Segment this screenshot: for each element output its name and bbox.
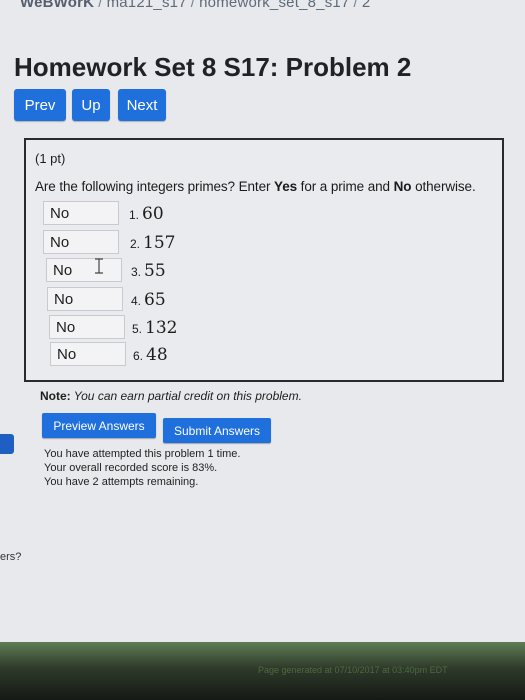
score-status: Your overall recorded score is 83%. bbox=[44, 462, 218, 474]
question-text: Are the following integers primes? Enter bbox=[35, 179, 275, 194]
question-yes: Yes bbox=[274, 179, 298, 194]
prev-button[interactable]: Prev bbox=[14, 89, 66, 121]
answer-input-6[interactable] bbox=[50, 342, 126, 366]
item-number: 4. bbox=[131, 294, 142, 308]
question-text: for a prime and bbox=[297, 179, 394, 194]
problem-question: Are the following integers primes? Enter… bbox=[35, 179, 476, 194]
problem-item-1: 1. 60 bbox=[129, 204, 164, 224]
problem-item-6: 6. 48 bbox=[133, 345, 168, 365]
breadcrumb-separator: / bbox=[98, 0, 103, 11]
item-number: 1. bbox=[129, 208, 140, 222]
item-number: 5. bbox=[132, 322, 143, 336]
item-number: 3. bbox=[131, 265, 142, 279]
next-button[interactable]: Next bbox=[118, 89, 166, 121]
partial-credit-note: Note: You can earn partial credit on thi… bbox=[40, 389, 302, 403]
breadcrumb-course-link[interactable]: ma121_s17 bbox=[107, 0, 187, 11]
item-value: 65 bbox=[144, 290, 166, 310]
item-value: 55 bbox=[144, 261, 166, 281]
answer-input-4[interactable] bbox=[47, 287, 123, 311]
submit-answers-button[interactable]: Submit Answers bbox=[163, 418, 271, 443]
problem-points: (1 pt) bbox=[35, 151, 66, 166]
attempts-status: You have attempted this problem 1 time. bbox=[44, 448, 241, 460]
answer-input-2[interactable] bbox=[43, 230, 119, 254]
breadcrumb: WeBWorK / ma121_s17/homework_set_8_s17/2 bbox=[20, 0, 520, 11]
answer-input-1[interactable] bbox=[43, 201, 119, 225]
answer-input-3[interactable] bbox=[46, 258, 122, 282]
breadcrumb-separator: / bbox=[353, 0, 358, 11]
page-title: Homework Set 8 S17: Problem 2 bbox=[14, 52, 412, 82]
breadcrumb-home-link[interactable]: WeBWorK bbox=[20, 0, 94, 11]
up-button[interactable]: Up bbox=[72, 89, 110, 121]
item-number: 2. bbox=[130, 237, 141, 251]
note-text: You can earn partial credit on this prob… bbox=[70, 389, 302, 403]
side-text-fragment: ers? bbox=[0, 551, 22, 563]
problem-item-5: 5. 132 bbox=[132, 318, 177, 338]
breadcrumb-problem: 2 bbox=[361, 0, 371, 11]
item-value: 48 bbox=[146, 345, 168, 365]
breadcrumb-separator: / bbox=[190, 0, 196, 11]
problem-item-3: 3. 55 bbox=[131, 261, 166, 281]
problem-item-4: 4. 65 bbox=[131, 290, 166, 310]
preview-answers-button[interactable]: Preview Answers bbox=[42, 413, 156, 438]
breadcrumb-set-link[interactable]: homework_set_8_s17 bbox=[199, 0, 349, 11]
answer-input-5[interactable] bbox=[49, 315, 125, 339]
note-label: Note: bbox=[40, 389, 71, 403]
item-value: 157 bbox=[143, 233, 176, 253]
item-number: 6. bbox=[133, 349, 144, 363]
problem-item-2: 2. 157 bbox=[130, 233, 175, 253]
text-cursor-icon bbox=[95, 258, 103, 274]
remaining-attempts-status: You have 2 attempts remaining. bbox=[44, 476, 199, 488]
item-value: 60 bbox=[142, 204, 164, 224]
question-no: No bbox=[393, 179, 412, 194]
item-value: 132 bbox=[145, 318, 178, 338]
side-panel-tab[interactable] bbox=[0, 434, 14, 454]
footer-timestamp: Page generated at 07/10/2017 at 03:40pm … bbox=[258, 665, 448, 675]
question-text: otherwise. bbox=[411, 179, 476, 194]
